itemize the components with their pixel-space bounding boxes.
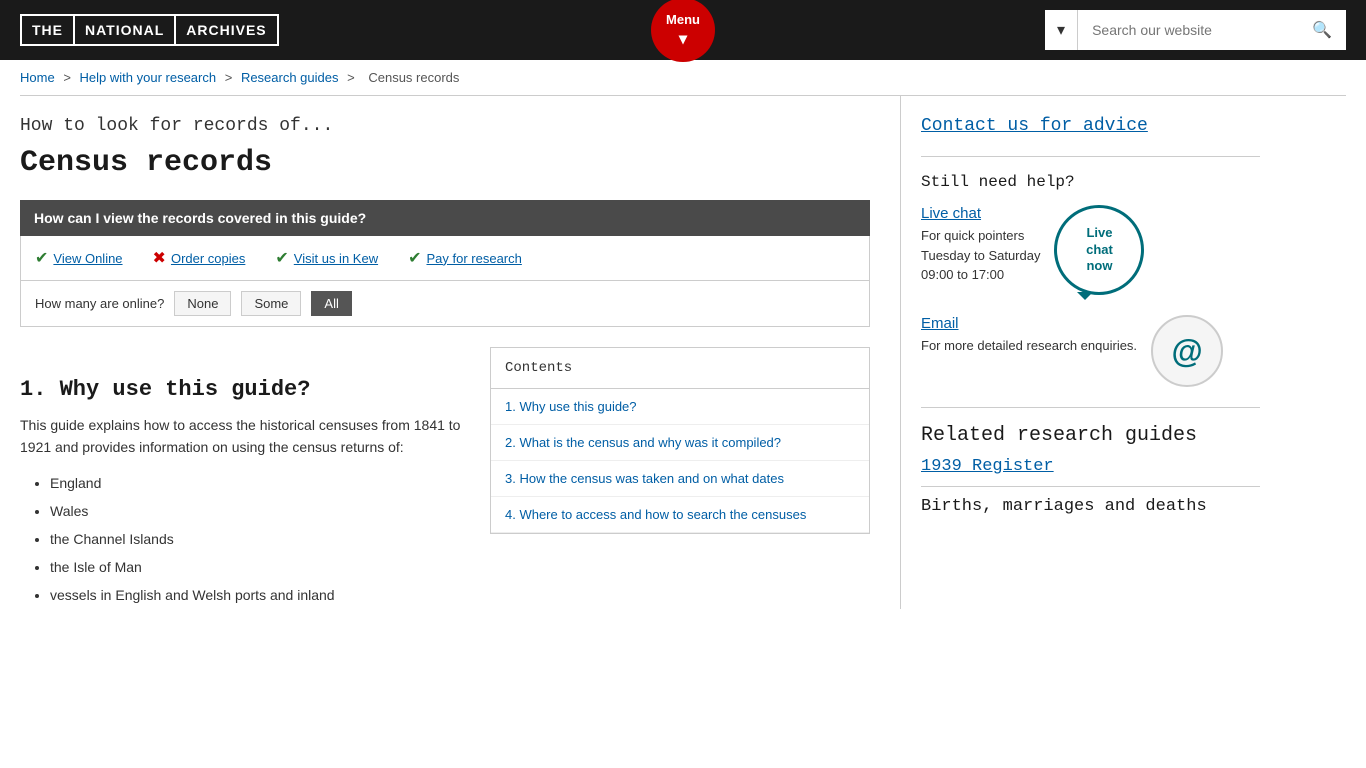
content-area: How to look for records of... Census rec… — [20, 96, 900, 609]
list-item: 3. How the census was taken and on what … — [491, 461, 869, 497]
live-chat-desc-line3: 09:00 to 17:00 — [921, 267, 1004, 282]
visit-kew-link[interactable]: Visit us in Kew — [294, 251, 378, 266]
contents-link-3[interactable]: 3. How the census was taken and on what … — [491, 461, 869, 496]
filter-row: How many are online? None Some All — [20, 281, 870, 327]
list-item: vessels in English and Welsh ports and i… — [50, 581, 470, 609]
logo-archives: ARCHIVES — [176, 16, 276, 44]
sidebar: Contact us for advice Still need help? L… — [900, 96, 1260, 609]
order-copies-link[interactable]: Order copies — [171, 251, 245, 266]
list-item: England — [50, 469, 470, 497]
list-item: the Channel Islands — [50, 525, 470, 553]
breadcrumb-sep1: > — [63, 70, 74, 85]
filter-none-button[interactable]: None — [174, 291, 231, 316]
live-chat-desc-line1: For quick pointers — [921, 228, 1024, 243]
access-pay-research[interactable]: ✔ Pay for research — [408, 248, 522, 268]
live-chat-now-text: Livechatnow — [1086, 225, 1113, 276]
section1-text: This guide explains how to access the hi… — [20, 414, 470, 459]
sidebar-divider-2 — [921, 407, 1260, 408]
email-description: For more detailed research enquiries. — [921, 336, 1137, 356]
live-chat-link[interactable]: Live chat — [921, 205, 981, 222]
search-submit-button[interactable]: 🔍 — [1298, 10, 1346, 50]
check-icon-green-3: ✔ — [408, 248, 421, 268]
access-visit-kew[interactable]: ✔ Visit us in Kew — [275, 248, 378, 268]
section1-list: England Wales the Channel Islands the Is… — [20, 469, 470, 609]
live-chat-block: Live chat For quick pointers Tuesday to … — [921, 205, 1260, 295]
at-sign-icon: @ — [1171, 333, 1202, 370]
breadcrumb-sep2: > — [225, 70, 236, 85]
contents-link-1[interactable]: 1. Why use this guide? — [491, 389, 869, 424]
pay-research-link[interactable]: Pay for research — [426, 251, 521, 266]
sidebar-divider-1 — [921, 156, 1260, 157]
cross-icon-red: ✖ — [153, 248, 166, 268]
breadcrumb: Home > Help with your research > Researc… — [0, 60, 1366, 95]
check-icon-green-2: ✔ — [275, 248, 288, 268]
email-icon: @ — [1151, 315, 1223, 387]
breadcrumb-help[interactable]: Help with your research — [80, 70, 217, 85]
breadcrumb-home[interactable]: Home — [20, 70, 55, 85]
email-info: Email For more detailed research enquiri… — [921, 315, 1137, 356]
view-online-link[interactable]: View Online — [53, 251, 122, 266]
filter-some-button[interactable]: Some — [241, 291, 301, 316]
page-title: Census records — [20, 146, 870, 180]
email-link[interactable]: Email — [921, 315, 959, 332]
live-chat-bubble[interactable]: Livechatnow — [1054, 205, 1144, 295]
still-need-help-title: Still need help? — [921, 173, 1260, 191]
lower-left: 1. Why use this guide? This guide explai… — [20, 347, 470, 609]
contents-box: Contents 1. Why use this guide? 2. What … — [490, 347, 870, 534]
lower-layout: 1. Why use this guide? This guide explai… — [20, 347, 870, 609]
breadcrumb-research-guides[interactable]: Research guides — [241, 70, 339, 85]
list-item: Wales — [50, 497, 470, 525]
list-item: 4. Where to access and how to search the… — [491, 497, 869, 533]
filter-label: How many are online? — [35, 296, 164, 311]
breadcrumb-current: Census records — [368, 70, 459, 85]
live-chat-description: For quick pointers Tuesday to Saturday 0… — [921, 226, 1040, 285]
site-header: THE NATIONAL ARCHIVES Menu ▾ ▾ 🔍 — [0, 0, 1366, 60]
lower-right: Contents 1. Why use this guide? 2. What … — [490, 347, 870, 609]
live-chat-desc-line2: Tuesday to Saturday — [921, 248, 1040, 263]
search-area: ▾ 🔍 — [1045, 10, 1346, 50]
contents-title: Contents — [491, 348, 869, 389]
contents-list: 1. Why use this guide? 2. What is the ce… — [491, 389, 869, 533]
page-subtitle: How to look for records of... — [20, 116, 870, 136]
related-guide-1939[interactable]: 1939 Register — [921, 457, 1260, 487]
related-guide-births: Births, marriages and deaths — [921, 497, 1207, 516]
live-chat-info: Live chat For quick pointers Tuesday to … — [921, 205, 1040, 285]
chevron-down-icon: ▾ — [679, 29, 687, 49]
list-item: 1. Why use this guide? — [491, 389, 869, 425]
site-logo: THE NATIONAL ARCHIVES — [20, 14, 279, 46]
search-input[interactable] — [1078, 10, 1298, 50]
breadcrumb-sep3: > — [347, 70, 358, 85]
access-order-copies[interactable]: ✖ Order copies — [153, 248, 246, 268]
contact-advice-link[interactable]: Contact us for advice — [921, 116, 1260, 136]
access-view-online[interactable]: ✔ View Online — [35, 248, 123, 268]
related-guides-title: Related research guides — [921, 424, 1260, 447]
contents-link-4[interactable]: 4. Where to access and how to search the… — [491, 497, 869, 532]
main-layout: How to look for records of... Census rec… — [0, 96, 1366, 609]
search-dropdown-button[interactable]: ▾ — [1045, 10, 1078, 50]
check-icon-green-1: ✔ — [35, 248, 48, 268]
contents-link-2[interactable]: 2. What is the census and why was it com… — [491, 425, 869, 460]
section1-heading: 1. Why use this guide? — [20, 377, 470, 402]
filter-all-button[interactable]: All — [311, 291, 351, 316]
menu-label: Menu — [666, 12, 700, 27]
logo-national: NATIONAL — [75, 16, 176, 44]
access-bar: How can I view the records covered in th… — [20, 200, 870, 236]
email-block: Email For more detailed research enquiri… — [921, 315, 1260, 387]
menu-button[interactable]: Menu ▾ — [651, 0, 715, 62]
access-options: ✔ View Online ✖ Order copies ✔ Visit us … — [20, 236, 870, 281]
logo-the: THE — [22, 16, 75, 44]
list-item: 2. What is the census and why was it com… — [491, 425, 869, 461]
list-item: the Isle of Man — [50, 553, 470, 581]
